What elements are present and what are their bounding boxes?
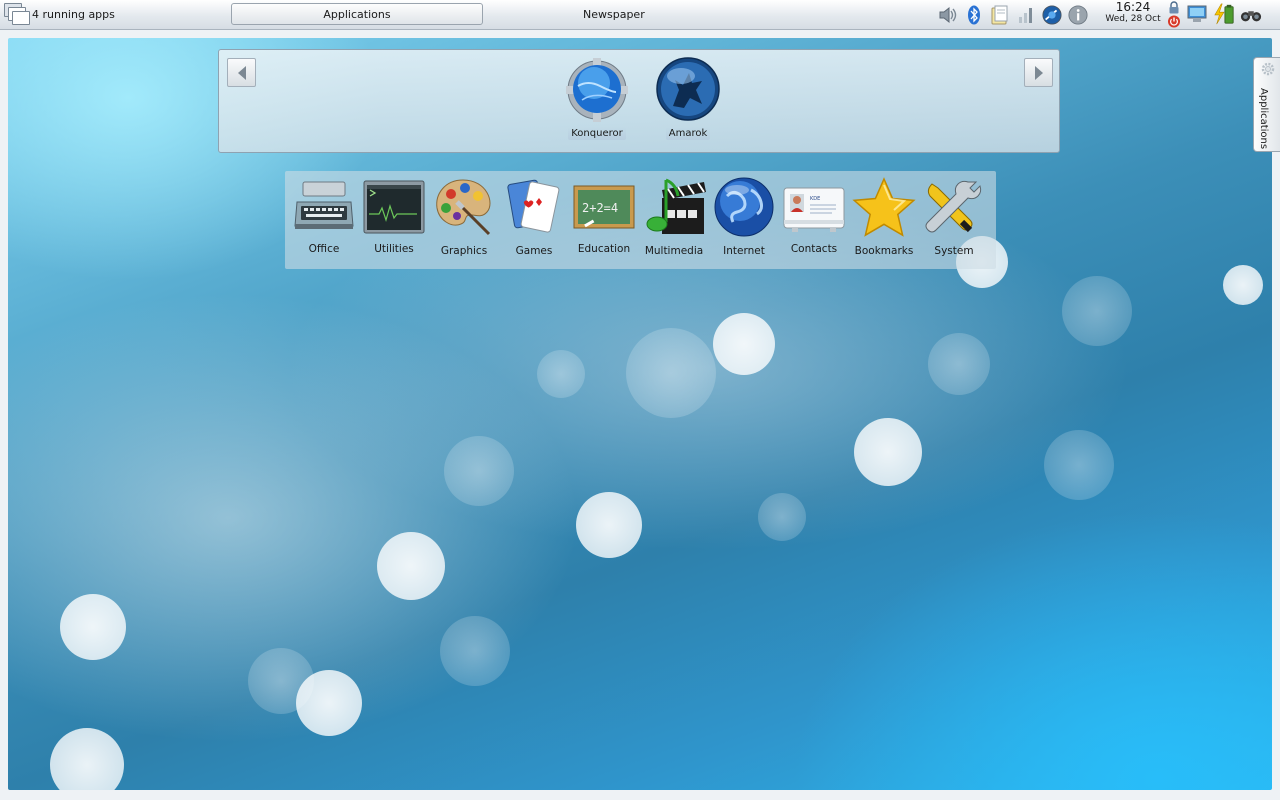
svg-text:KDE: KDE	[810, 196, 820, 202]
category-office[interactable]: Office	[289, 176, 359, 255]
favorites-strip: Konqueror Amarok	[218, 49, 1060, 153]
terminal-icon	[363, 180, 425, 234]
bokeh-circle	[248, 648, 314, 714]
bokeh-circle	[50, 728, 124, 790]
category-label: Contacts	[790, 243, 838, 255]
typewriter-icon	[294, 181, 354, 229]
category-label: Graphics	[440, 245, 488, 257]
category-label: Office	[308, 243, 340, 255]
cards-icon	[507, 179, 560, 233]
activity-label[interactable]: Newspaper	[583, 8, 645, 21]
category-internet[interactable]: Internet	[709, 176, 779, 257]
desktop: Konqueror Amarok Office Utilities Graphi…	[8, 38, 1272, 790]
bokeh-circle	[537, 350, 585, 398]
globe-icon	[714, 177, 774, 237]
bokeh-circle	[60, 594, 126, 660]
bokeh-circle	[758, 493, 806, 541]
bokeh-circle	[1062, 276, 1132, 346]
bokeh-circle	[854, 418, 922, 486]
category-label: Internet	[723, 245, 765, 257]
running-apps-button[interactable]: 4 running apps	[4, 3, 115, 25]
category-label: Multimedia	[644, 245, 704, 257]
next-button[interactable]	[1024, 58, 1053, 87]
category-label: System	[934, 245, 974, 257]
system-tray	[938, 2, 1094, 27]
chalkboard-icon: 2+2=4	[573, 185, 635, 229]
konqueror-icon	[566, 58, 628, 122]
category-multimedia[interactable]: Multimedia	[639, 176, 709, 257]
bokeh-circle	[626, 328, 716, 418]
konqueror-small-icon[interactable]	[1042, 4, 1062, 25]
favorite-label: Amarok	[665, 127, 711, 140]
gear-icon[interactable]	[1261, 62, 1275, 76]
favorite-amarok[interactable]: Amarok	[652, 56, 724, 140]
category-label: Education	[577, 243, 631, 255]
bokeh-circle	[377, 532, 445, 600]
category-graphics[interactable]: Graphics	[429, 176, 499, 257]
binoculars-icon[interactable]	[1240, 3, 1262, 25]
applications-side-tab[interactable]: Applications	[1253, 57, 1280, 152]
applications-button[interactable]: Applications	[231, 3, 483, 25]
amarok-icon	[656, 57, 720, 121]
category-games[interactable]: Games	[499, 176, 569, 257]
contact-card-icon: KDE	[783, 187, 845, 232]
windows-icon	[4, 3, 30, 25]
palette-icon	[436, 179, 491, 236]
volume-icon[interactable]	[938, 5, 958, 25]
bokeh-circle	[713, 313, 775, 375]
network-icon[interactable]	[1016, 5, 1036, 25]
svg-text:2+2=4: 2+2=4	[582, 201, 618, 215]
power-icon[interactable]	[1167, 15, 1181, 28]
category-label: Bookmarks	[854, 245, 914, 257]
bokeh-circle	[1044, 430, 1114, 500]
favorite-konqueror[interactable]: Konqueror	[561, 56, 633, 140]
info-icon[interactable]	[1068, 4, 1088, 25]
category-education[interactable]: 2+2=4 Education	[569, 176, 639, 255]
clock[interactable]: 16:24 Wed, 28 Oct	[1101, 1, 1165, 25]
category-contacts[interactable]: KDE Contacts	[779, 176, 849, 255]
category-bookmarks[interactable]: Bookmarks	[849, 176, 919, 257]
running-apps-label: 4 running apps	[32, 7, 115, 21]
clapperboard-icon	[646, 178, 706, 234]
bokeh-circle	[928, 333, 990, 395]
tools-icon	[925, 180, 982, 233]
application-categories: Office Utilities Graphics Games 2+2=4 Ed…	[285, 171, 996, 269]
display-icon[interactable]	[1186, 3, 1208, 25]
star-icon	[852, 177, 916, 237]
category-label: Utilities	[374, 243, 414, 255]
bokeh-circle	[440, 616, 510, 686]
lock-icon[interactable]	[1167, 1, 1181, 14]
category-label: Games	[515, 245, 553, 257]
bokeh-circle	[576, 492, 642, 558]
top-panel: 4 running apps Applications Newspaper 16…	[0, 0, 1280, 30]
favorite-label: Konqueror	[568, 127, 626, 140]
clipboard-icon[interactable]	[990, 5, 1010, 25]
bokeh-circle	[444, 436, 514, 506]
arrow-right-icon	[1034, 65, 1043, 80]
arrow-left-icon	[237, 65, 246, 80]
category-utilities[interactable]: Utilities	[359, 176, 429, 255]
right-tray	[1186, 3, 1267, 25]
category-system[interactable]: System	[919, 176, 989, 257]
bluetooth-icon[interactable]	[964, 5, 984, 25]
battery-icon[interactable]	[1213, 3, 1235, 25]
previous-button[interactable]	[227, 58, 256, 87]
clock-time: 16:24	[1115, 0, 1151, 14]
clock-date: Wed, 28 Oct	[1105, 14, 1161, 24]
bokeh-circle	[1223, 265, 1263, 305]
side-tab-label: Applications	[1258, 88, 1269, 150]
